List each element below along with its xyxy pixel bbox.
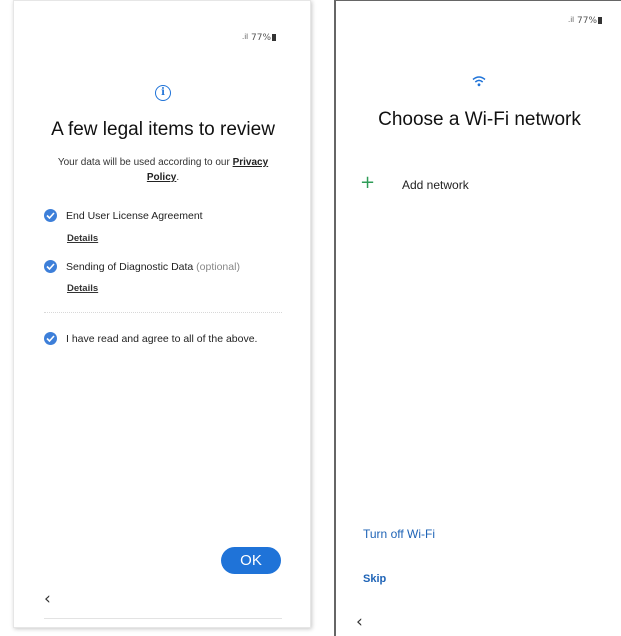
signal-icon: .il — [568, 16, 575, 24]
optional-tag: (optional) — [196, 261, 240, 273]
signal-icon: .il — [242, 33, 249, 41]
checkmark-icon — [46, 263, 55, 270]
diagnostic-data-checkbox[interactable] — [44, 260, 57, 273]
back-icon[interactable]: ‹ — [44, 589, 51, 609]
page-title: A few legal items to review — [51, 119, 275, 140]
checkmark-icon — [46, 212, 55, 219]
diagnostic-data-label-text: Sending of Diagnostic Data — [66, 261, 197, 273]
ok-button[interactable]: OK — [221, 547, 281, 574]
privacy-description-period: . — [176, 172, 180, 183]
battery-level: 77% — [577, 16, 598, 26]
nav-bar-divider — [44, 618, 282, 619]
plus-icon: + — [360, 172, 376, 193]
battery-level: 77% — [251, 33, 272, 43]
add-network-label: Add network — [402, 178, 469, 192]
divider — [44, 312, 282, 313]
back-icon[interactable]: ‹ — [356, 612, 363, 632]
page-title: Choose a Wi-Fi network — [378, 109, 581, 130]
battery-icon — [272, 34, 277, 41]
diagnostic-data-label: Sending of Diagnostic Data (optional) — [66, 261, 240, 273]
eula-label: End User License Agreement — [66, 210, 203, 222]
status-bar: .il 77% — [242, 33, 277, 43]
skip-button[interactable]: Skip — [363, 573, 386, 585]
eula-details-link[interactable]: Details — [67, 233, 98, 244]
wifi-icon — [472, 76, 486, 87]
agree-all-label: I have read and agree to all of the abov… — [66, 333, 258, 345]
checkmark-icon — [46, 335, 55, 342]
eula-checkbox[interactable] — [44, 209, 57, 222]
add-network-row[interactable]: + Add network — [360, 172, 560, 195]
status-bar: .il 77% — [568, 16, 603, 26]
diagnostic-details-link[interactable]: Details — [67, 283, 98, 294]
legal-items-screen: .il 77% i A few legal items to review Yo… — [13, 0, 311, 628]
info-icon: i — [155, 85, 171, 101]
privacy-description: Your data will be used according to our … — [44, 155, 282, 185]
agree-all-checkbox[interactable] — [44, 332, 57, 345]
wifi-network-screen: .il 77% Choose a Wi-Fi network + Add net… — [334, 0, 621, 636]
turn-off-wifi-button[interactable]: Turn off Wi-Fi — [363, 527, 435, 541]
battery-icon — [598, 17, 603, 24]
privacy-description-text: Your data will be used according to our — [57, 157, 233, 168]
